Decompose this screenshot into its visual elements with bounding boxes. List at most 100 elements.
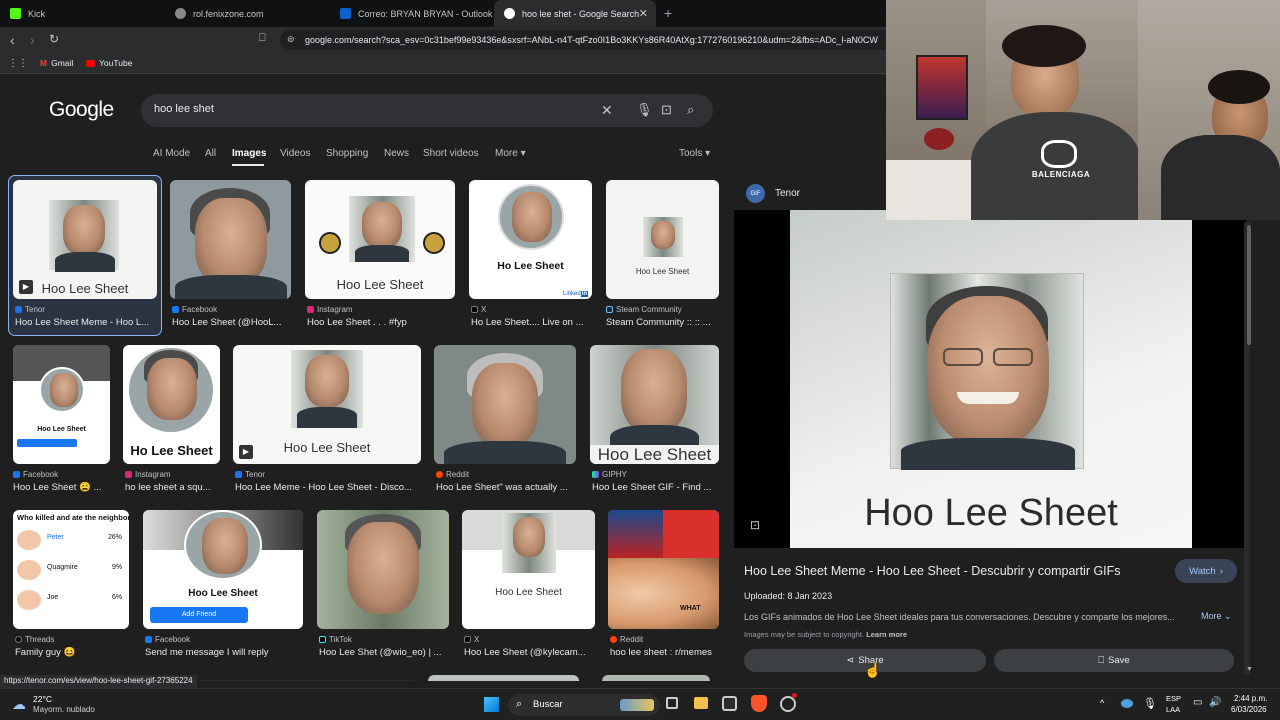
volume-icon[interactable]: 🔊	[1209, 697, 1221, 708]
emblem-icon	[423, 232, 445, 254]
file-explorer-icon[interactable]	[694, 697, 708, 709]
browser-tab-active[interactable]: hoo lee shet - Google Search ✕	[494, 0, 656, 27]
result-thumbnail[interactable]: Who killed and ate the neighbors cat Pet…	[13, 510, 129, 629]
bookmark-youtube[interactable]: YouTube	[86, 58, 132, 68]
bookmark-icon: ⎕	[1098, 655, 1105, 666]
result-thumbnail[interactable]: Hoo Lee Sheet ▶	[233, 345, 421, 464]
microphone-icon[interactable]: 🎙	[1143, 697, 1157, 710]
result-title[interactable]: Hoo Lee Sheet . . . #fyp	[307, 317, 455, 328]
lens-icon[interactable]: ⊡	[661, 102, 672, 118]
app-icon[interactable]	[780, 696, 796, 712]
weather-temp[interactable]: 22°C	[33, 694, 52, 704]
result-title[interactable]: Family guy 😆	[15, 647, 131, 658]
thumbnail-caption: Hoo Lee Sheet	[41, 281, 129, 296]
preview-image[interactable]: Hoo Lee Sheet ⊡	[734, 210, 1246, 548]
result-thumbnail[interactable]	[434, 345, 576, 464]
tools-button[interactable]: Tools ▾	[679, 148, 710, 159]
tab-title: hoo lee shet - Google Search	[522, 8, 640, 19]
result-title[interactable]: hoo lee sheet : r/memes	[610, 647, 720, 658]
preview-source[interactable]: GIF Tenor	[746, 184, 800, 203]
reload-icon[interactable]: ↻	[49, 32, 59, 46]
result-title[interactable]: Hoo Lee Sheet (@kylecam...	[464, 647, 596, 658]
result-title[interactable]: Hoo Lee Shet (@wio_eo) | ...	[319, 647, 449, 658]
windows-start-icon[interactable]	[484, 697, 499, 712]
partial-thumbnail	[602, 675, 710, 681]
source-label: X	[481, 305, 487, 314]
back-icon[interactable]: ‹	[10, 32, 15, 48]
result-thumbnail[interactable]	[170, 180, 291, 299]
tab-short-videos[interactable]: Short videos	[423, 148, 479, 159]
weather-desc[interactable]: Mayorm. nublado	[33, 705, 95, 714]
panel-scrollbar-thumb[interactable]	[1247, 225, 1251, 345]
windows-taskbar: ☁ 22°C Mayorm. nublado ⌕ Buscar ^ 🎙 ESP …	[0, 688, 1280, 720]
close-tab-icon[interactable]: ✕	[639, 7, 648, 20]
bookmark-icon[interactable]: ⎕	[259, 32, 266, 45]
result-title[interactable]: Hoo Lee Sheet" was actually ...	[436, 482, 576, 493]
bookmark-gmail[interactable]: M Gmail	[40, 58, 73, 68]
taskbar-search[interactable]: ⌕ Buscar	[508, 694, 660, 716]
result-thumbnail[interactable]: Hoo Lee Sheet ▶	[13, 180, 157, 299]
scroll-down-icon[interactable]: ▼	[1246, 666, 1253, 673]
lens-icon[interactable]: ⊡	[750, 518, 760, 532]
clock-date[interactable]: 6/03/2026	[1231, 705, 1267, 714]
watch-button[interactable]: Watch ›	[1175, 559, 1237, 583]
result-thumbnail[interactable]: Ho Lee Sheet	[123, 345, 220, 464]
google-logo[interactable]: Google	[49, 98, 114, 122]
result-thumbnail[interactable]: Hoo Lee Sheet	[606, 180, 719, 299]
network-icon[interactable]: ▭	[1193, 697, 1202, 708]
result-title[interactable]: Hoo Lee Sheet Meme - Hoo L...	[15, 317, 157, 328]
search-input[interactable]: hoo lee shet	[154, 103, 214, 115]
forward-icon[interactable]: ›	[30, 32, 35, 48]
glasses-image	[993, 348, 1033, 366]
result-thumbnail[interactable]: Hoo Lee Sheet	[462, 510, 595, 629]
learn-more-link[interactable]: Learn more	[866, 630, 907, 639]
result-thumbnail[interactable]	[317, 510, 449, 629]
tab-shopping[interactable]: Shopping	[326, 148, 368, 159]
face-image	[202, 518, 248, 574]
tab-videos[interactable]: Videos	[280, 148, 310, 159]
microphone-icon[interactable]: 🎙	[636, 102, 653, 118]
save-button[interactable]: ⎕ Save	[994, 649, 1234, 672]
search-box[interactable]: hoo lee shet ✕ 🎙 ⊡ ⌕	[141, 94, 713, 127]
apps-grid-icon[interactable]: ⋮⋮	[8, 58, 28, 69]
result-title[interactable]: ho lee sheet a squ...	[125, 482, 223, 493]
onedrive-icon[interactable]	[1121, 699, 1133, 708]
weather-icon[interactable]: ☁	[12, 696, 26, 713]
browser-tab[interactable]: Correo: BRYAN BRYAN - Outlook	[330, 0, 495, 27]
address-bar[interactable]: ⊜ google.com/search?sca_esv=0c31bef99e93…	[280, 30, 900, 50]
result-thumbnail[interactable]: Hoo Lee Sheet	[305, 180, 455, 299]
language-layout[interactable]: LAA	[1166, 705, 1180, 714]
tab-images[interactable]: Images	[232, 148, 266, 159]
result-title[interactable]: Send me message I will reply	[145, 647, 303, 658]
result-thumbnail[interactable]: Ho Lee Sheet Linkedin	[469, 180, 592, 299]
search-icon[interactable]: ⌕	[687, 102, 694, 118]
thumbnail-caption: Hoo Lee Sheet	[37, 426, 86, 433]
browser-tab[interactable]: rol.fenixzone.com	[165, 0, 330, 27]
tab-all[interactable]: All	[205, 148, 216, 159]
task-view-icon[interactable]	[666, 697, 678, 709]
result-thumbnail[interactable]: Hoo Lee Sheet	[13, 345, 110, 464]
more-button[interactable]: More ⌄	[1201, 611, 1232, 622]
new-tab-button[interactable]: +	[664, 5, 672, 21]
site-info-icon[interactable]: ⊜	[287, 34, 295, 45]
result-title[interactable]: Ho Lee Sheet.... Live on ...	[471, 317, 593, 328]
tab-ai-mode[interactable]: AI Mode	[153, 148, 190, 159]
result-thumbnail[interactable]: WHAT	[608, 510, 719, 629]
result-title[interactable]: Hoo Lee Meme - Hoo Lee Sheet - Disco...	[235, 482, 421, 493]
result-title[interactable]: Hoo Lee Sheet (@HooL...	[172, 317, 292, 328]
result-title[interactable]: Hoo Lee Sheet 😩 ...	[13, 482, 111, 493]
tab-news[interactable]: News	[384, 148, 409, 159]
clear-icon[interactable]: ✕	[601, 102, 613, 119]
result-thumbnail[interactable]: Hoo Lee Sheet Add Friend	[143, 510, 303, 629]
tray-chevron-icon[interactable]: ^	[1100, 698, 1104, 708]
brave-icon[interactable]	[751, 695, 767, 712]
result-title[interactable]: Steam Community :: :: ...	[606, 317, 718, 328]
result-title[interactable]: Hoo Lee Sheet GIF - Find ...	[592, 482, 720, 493]
tab-more[interactable]: More ▾	[495, 148, 526, 159]
browser-tab[interactable]: Kick	[0, 0, 165, 27]
clock-time[interactable]: 2:44 p.m.	[1234, 694, 1267, 703]
preview-title[interactable]: Hoo Lee Sheet Meme - Hoo Lee Sheet - Des…	[744, 564, 1121, 578]
store-icon[interactable]	[722, 696, 737, 711]
result-thumbnail[interactable]: Hoo Lee Sheet	[590, 345, 719, 464]
language-code[interactable]: ESP	[1166, 694, 1181, 703]
